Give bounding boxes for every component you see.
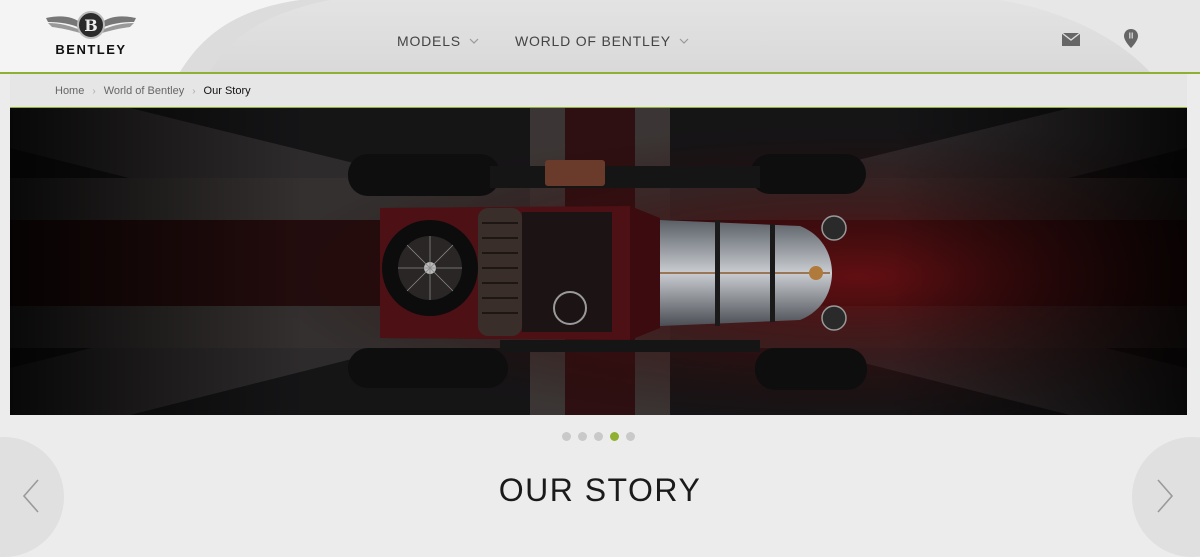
- chevron-down-icon: [469, 38, 479, 44]
- carousel-dot-2[interactable]: [578, 432, 587, 441]
- breadcrumb-bar: Home › World of Bentley › Our Story: [10, 74, 1187, 108]
- location-pin-icon[interactable]: [1124, 29, 1138, 48]
- vintage-car-union-jack-image: [10, 108, 1187, 415]
- svg-text:B: B: [84, 16, 98, 35]
- breadcrumb: Home › World of Bentley › Our Story: [55, 85, 251, 97]
- site-header: B BENTLEY MODELS WORLD OF BENTLEY: [0, 0, 1200, 72]
- nav-models-label: MODELS: [397, 33, 461, 49]
- breadcrumb-world-of-bentley[interactable]: World of Bentley: [104, 85, 185, 97]
- nav-world-of-bentley[interactable]: WORLD OF BENTLEY: [515, 33, 689, 49]
- hero-image: [10, 108, 1187, 415]
- main-nav: MODELS WORLD OF BENTLEY: [397, 33, 689, 49]
- carousel-dot-1[interactable]: [562, 432, 571, 441]
- breadcrumb-separator-icon: ›: [192, 85, 196, 97]
- mail-icon[interactable]: [1062, 33, 1080, 46]
- carousel-dots: [562, 432, 635, 441]
- nav-world-of-bentley-label: WORLD OF BENTLEY: [514, 33, 671, 49]
- breadcrumb-home[interactable]: Home: [55, 85, 84, 97]
- breadcrumb-current: Our Story: [203, 85, 251, 97]
- winged-b-icon: B: [46, 11, 136, 39]
- nav-models[interactable]: MODELS: [397, 33, 479, 49]
- carousel-dot-3[interactable]: [594, 432, 603, 441]
- chevron-down-icon: [679, 38, 689, 44]
- brand-name: BENTLEY: [55, 42, 127, 57]
- page-title: OUR STORY: [498, 472, 702, 508]
- breadcrumb-separator-icon: ›: [92, 85, 96, 97]
- carousel-dot-4-active[interactable]: [610, 432, 619, 441]
- bentley-logo[interactable]: B BENTLEY: [44, 8, 138, 62]
- carousel-dot-5[interactable]: [626, 432, 635, 441]
